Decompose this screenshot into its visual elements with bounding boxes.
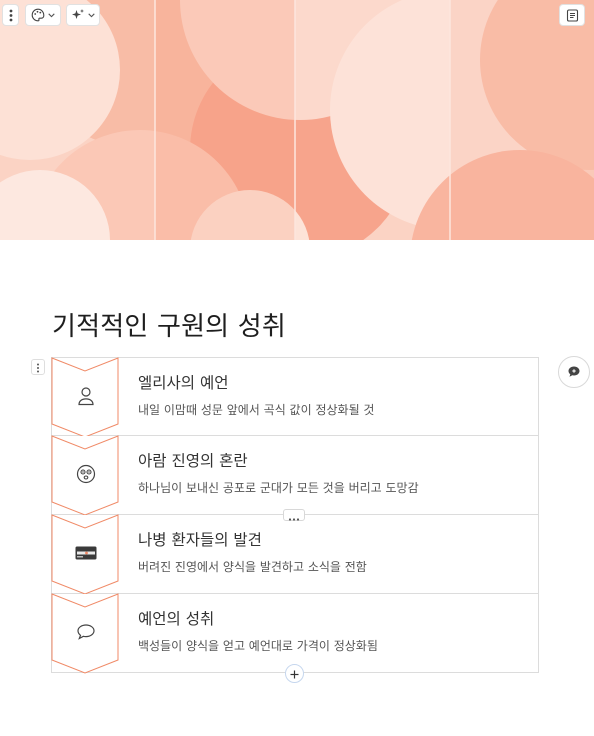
step-title: 예언의 성취 bbox=[138, 610, 215, 628]
step-item[interactable]: 엘리사의 예언 내일 이맘때 성문 앞에서 곡식 값이 정상화될 것 bbox=[51, 357, 539, 438]
block-menu-button[interactable] bbox=[2, 4, 19, 26]
person-icon bbox=[75, 385, 97, 407]
ai-button[interactable] bbox=[66, 4, 100, 26]
theme-button[interactable] bbox=[25, 4, 61, 26]
vertical-dots-icon bbox=[9, 9, 13, 22]
vertical-dots-icon bbox=[36, 358, 40, 377]
palette-icon bbox=[31, 8, 45, 22]
cover-image bbox=[0, 0, 594, 240]
step-description: 내일 이맘때 성문 앞에서 곡식 값이 정상화될 것 bbox=[138, 403, 375, 417]
document-icon bbox=[566, 8, 579, 22]
page-title[interactable]: 기적적인 구원의 성취 bbox=[52, 306, 286, 343]
add-step-button[interactable] bbox=[285, 664, 304, 683]
block-drag-handle[interactable] bbox=[31, 359, 45, 375]
frightened-face-icon bbox=[75, 463, 97, 485]
step-item[interactable]: 아람 진영의 혼란 하나님이 보내신 공포로 군대가 모든 것을 버리고 도망감 bbox=[51, 435, 539, 516]
more-options-button[interactable] bbox=[283, 509, 305, 521]
step-title: 나병 환자들의 발견 bbox=[138, 531, 262, 549]
discover-card-icon bbox=[75, 542, 97, 564]
chevron-down-icon bbox=[88, 12, 95, 18]
step-title: 엘리사의 예언 bbox=[138, 374, 229, 392]
comment-button[interactable] bbox=[558, 356, 590, 388]
chevron-down-icon bbox=[48, 12, 55, 18]
page-menu-button[interactable] bbox=[559, 4, 585, 26]
plus-icon bbox=[290, 664, 299, 683]
step-description: 하나님이 보내신 공포로 군대가 모든 것을 버리고 도망감 bbox=[138, 481, 419, 495]
horizontal-dots-icon bbox=[288, 506, 300, 525]
sparkles-icon bbox=[71, 8, 85, 22]
comment-icon bbox=[567, 363, 581, 382]
step-item[interactable]: 나병 환자들의 발견 버려진 진영에서 양식을 발견하고 소식을 전함 bbox=[51, 514, 539, 595]
step-description: 백성들이 양식을 얻고 예언대로 가격이 정상화됨 bbox=[138, 639, 378, 653]
step-description: 버려진 진영에서 양식을 발견하고 소식을 전함 bbox=[138, 560, 367, 574]
speech-bubble-icon bbox=[75, 621, 97, 643]
step-item[interactable]: 예언의 성취 백성들이 양식을 얻고 예언대로 가격이 정상화됨 bbox=[51, 593, 539, 674]
step-title: 아람 진영의 혼란 bbox=[138, 452, 248, 470]
